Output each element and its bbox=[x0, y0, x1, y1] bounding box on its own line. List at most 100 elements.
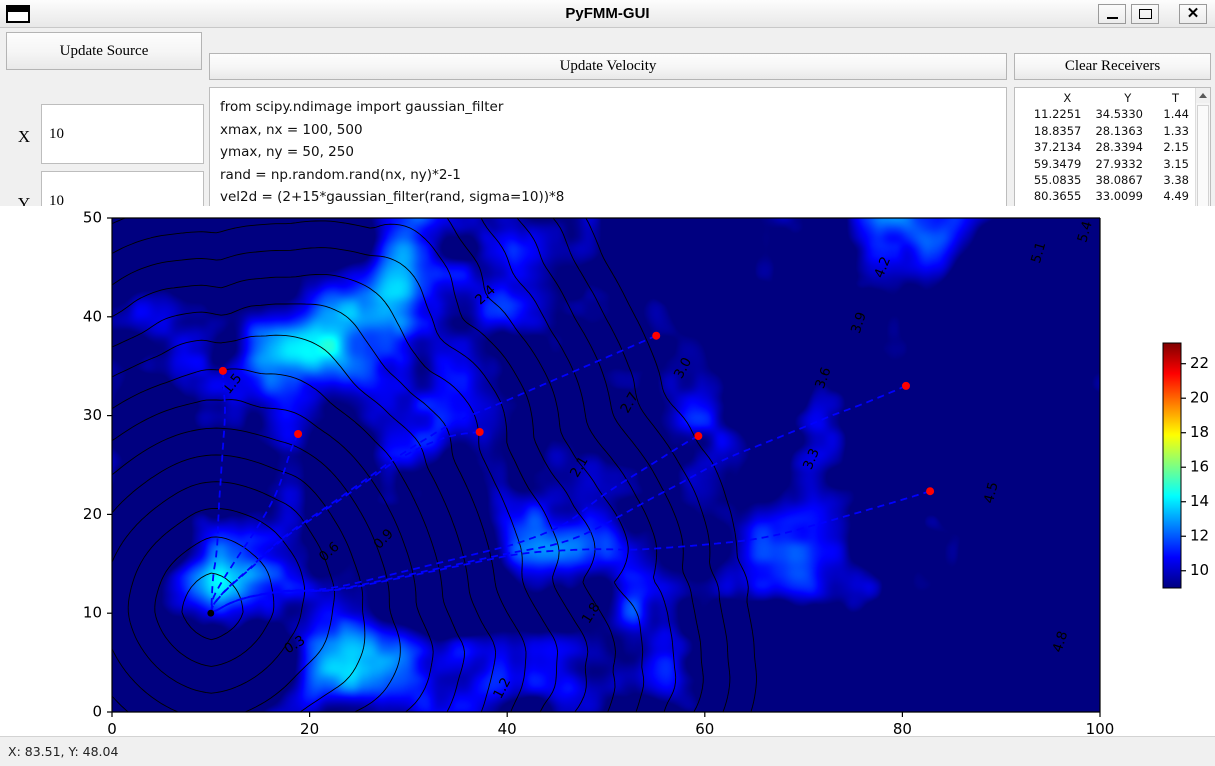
cell-y: 27.9332 bbox=[1095, 156, 1143, 171]
app-window: PyFMM-GUI ✕ Update Source Update Velocit… bbox=[0, 0, 1215, 765]
maximize-icon bbox=[1138, 9, 1152, 19]
receivers-table-header: X Y T bbox=[1015, 90, 1195, 106]
cell-x: 59.3479 bbox=[1033, 156, 1082, 171]
table-row[interactable]: 37.2134 28.3394 2.15 bbox=[1015, 139, 1195, 155]
table-row[interactable]: 80.3655 33.0099 4.49 bbox=[1015, 188, 1195, 204]
axis-tick-label: 40 bbox=[83, 307, 102, 325]
cell-y: 28.1363 bbox=[1095, 123, 1143, 138]
cell-y: 28.3394 bbox=[1095, 140, 1143, 155]
axis-tick-label: 60 bbox=[695, 720, 714, 736]
table-row[interactable]: 18.8357 28.1363 1.33 bbox=[1015, 123, 1195, 139]
colorbar-tick-label: 20 bbox=[1190, 389, 1209, 407]
table-row[interactable]: 59.3479 27.9332 3.15 bbox=[1015, 156, 1195, 172]
scrollbar-thumb[interactable] bbox=[1197, 105, 1209, 213]
contour-label: 4.8 bbox=[1050, 629, 1072, 654]
contour-label: 2.4 bbox=[472, 282, 499, 308]
source-x-label: X bbox=[17, 127, 31, 146]
receiver-point[interactable] bbox=[902, 381, 911, 390]
contour-label: 0.6 bbox=[316, 539, 343, 565]
clear-receivers-button[interactable]: Clear Receivers bbox=[1014, 53, 1211, 80]
table-row[interactable]: 55.0835 38.0867 3.38 bbox=[1015, 172, 1195, 188]
contour-label: 3.3 bbox=[800, 446, 823, 472]
contour-lines bbox=[111, 217, 757, 713]
contour-label: 3.0 bbox=[671, 355, 695, 381]
cell-t: 1.33 bbox=[1163, 123, 1189, 138]
contour-label: 5.4 bbox=[1075, 219, 1096, 244]
source-x-input[interactable] bbox=[41, 104, 204, 164]
cursor-coordinates: X: 83.51, Y: 48.04 bbox=[8, 744, 119, 759]
minimize-icon bbox=[1106, 16, 1118, 19]
cell-x: 11.2251 bbox=[1033, 107, 1082, 122]
axis-tick-label: 80 bbox=[893, 720, 912, 736]
velocity-plot-panel[interactable]: 0.3 0.6 0.9 1.2 1.5 1.8 2.1 2.4 2.7 3.0 3.3 3.6 3.9 4… bbox=[0, 206, 1215, 736]
raypath bbox=[209, 433, 299, 614]
update-velocity-label: Update Velocity bbox=[559, 58, 657, 74]
code-line: rand = np.random.rand(nx, ny)*2-1 bbox=[220, 166, 461, 183]
axis-tick-label: 20 bbox=[300, 720, 319, 736]
clear-receivers-label: Clear Receivers bbox=[1064, 58, 1161, 74]
axis-tick-label: 0 bbox=[92, 703, 102, 721]
receiver-point[interactable] bbox=[926, 487, 935, 496]
colorbar-tick-label: 22 bbox=[1190, 354, 1209, 372]
plot-overlay: 0.30.6 0.91.21.51.82.12.42.73.03.33.63.94… bbox=[83, 209, 1209, 737]
contour-label: 3.9 bbox=[848, 310, 870, 335]
update-source-button[interactable]: Update Source bbox=[6, 32, 202, 70]
contour-label: 0.9 bbox=[370, 526, 396, 553]
cell-t: 3.15 bbox=[1163, 156, 1189, 171]
code-line: from scipy.ndimage import gaussian_filte… bbox=[220, 99, 504, 115]
status-bar: X: 83.51, Y: 48.04 bbox=[0, 736, 1215, 765]
contour-label: 5.1 bbox=[1028, 240, 1049, 265]
cell-x: 55.0835 bbox=[1033, 172, 1082, 187]
receiver-point[interactable] bbox=[218, 366, 227, 375]
receiver-point[interactable] bbox=[294, 430, 303, 439]
cell-t: 2.15 bbox=[1163, 140, 1189, 155]
axis-tick-label: 50 bbox=[83, 209, 102, 227]
cell-y: 34.5330 bbox=[1095, 107, 1143, 122]
source-point[interactable] bbox=[207, 609, 215, 617]
contour-label: 4.2 bbox=[871, 254, 894, 280]
contour-label: 1.2 bbox=[490, 675, 514, 701]
receiver-point[interactable] bbox=[652, 331, 661, 340]
contour-label: 0.3 bbox=[281, 632, 308, 657]
axis-tick-label: 40 bbox=[498, 720, 517, 736]
update-velocity-button[interactable]: Update Velocity bbox=[209, 53, 1007, 80]
table-row[interactable]: 11.2251 34.5330 1.44 bbox=[1015, 106, 1195, 122]
cell-y: 33.0099 bbox=[1095, 189, 1143, 204]
cell-t: 4.49 bbox=[1163, 189, 1189, 204]
scroll-up-icon[interactable] bbox=[1196, 88, 1210, 103]
contour-label: 2.7 bbox=[617, 389, 642, 416]
contour-label: 3.6 bbox=[812, 365, 834, 391]
close-icon: ✕ bbox=[1186, 5, 1200, 22]
code-line: xmax, nx = 100, 500 bbox=[220, 121, 363, 138]
cell-t: 3.38 bbox=[1163, 172, 1189, 187]
contour-label: 2.1 bbox=[567, 454, 592, 481]
axis-tick-label: 10 bbox=[83, 604, 102, 622]
colorbar: 10 12 14 16 18 20 22 bbox=[1162, 342, 1209, 589]
update-source-label: Update Source bbox=[59, 42, 149, 59]
raypath bbox=[210, 385, 907, 614]
minimize-button[interactable] bbox=[1098, 4, 1126, 24]
contour-label: 4.5 bbox=[981, 480, 1002, 505]
axis-tick-label: 100 bbox=[1086, 720, 1115, 736]
maximize-button[interactable] bbox=[1131, 4, 1159, 24]
cell-t: 1.44 bbox=[1163, 107, 1189, 122]
raypath bbox=[210, 435, 699, 614]
colorbar-tick-label: 18 bbox=[1190, 423, 1209, 441]
window-title: PyFMM-GUI bbox=[565, 5, 650, 22]
code-line: ymax, ny = 50, 250 bbox=[220, 144, 354, 160]
title-bar: PyFMM-GUI ✕ bbox=[0, 0, 1215, 28]
colorbar-tick-label: 16 bbox=[1190, 458, 1209, 476]
colorbar-tick-label: 10 bbox=[1190, 561, 1209, 579]
close-button[interactable]: ✕ bbox=[1179, 4, 1207, 24]
receiver-point[interactable] bbox=[475, 428, 484, 437]
cell-y: 38.0867 bbox=[1095, 172, 1143, 187]
axis-tick-label: 30 bbox=[83, 406, 102, 424]
contour-label: 1.8 bbox=[579, 600, 604, 627]
contour-labels: 0.30.6 0.91.21.51.82.12.42.73.03.33.63.94… bbox=[220, 219, 1096, 701]
column-header-t: T bbox=[1171, 91, 1179, 105]
control-panel: Update Source Update Velocity Clear Rece… bbox=[0, 28, 1215, 232]
receiver-point[interactable] bbox=[694, 432, 703, 441]
column-header-y: Y bbox=[1124, 91, 1132, 105]
colorbar-tick-label: 12 bbox=[1190, 527, 1209, 545]
axis-tick-label: 20 bbox=[83, 505, 102, 523]
